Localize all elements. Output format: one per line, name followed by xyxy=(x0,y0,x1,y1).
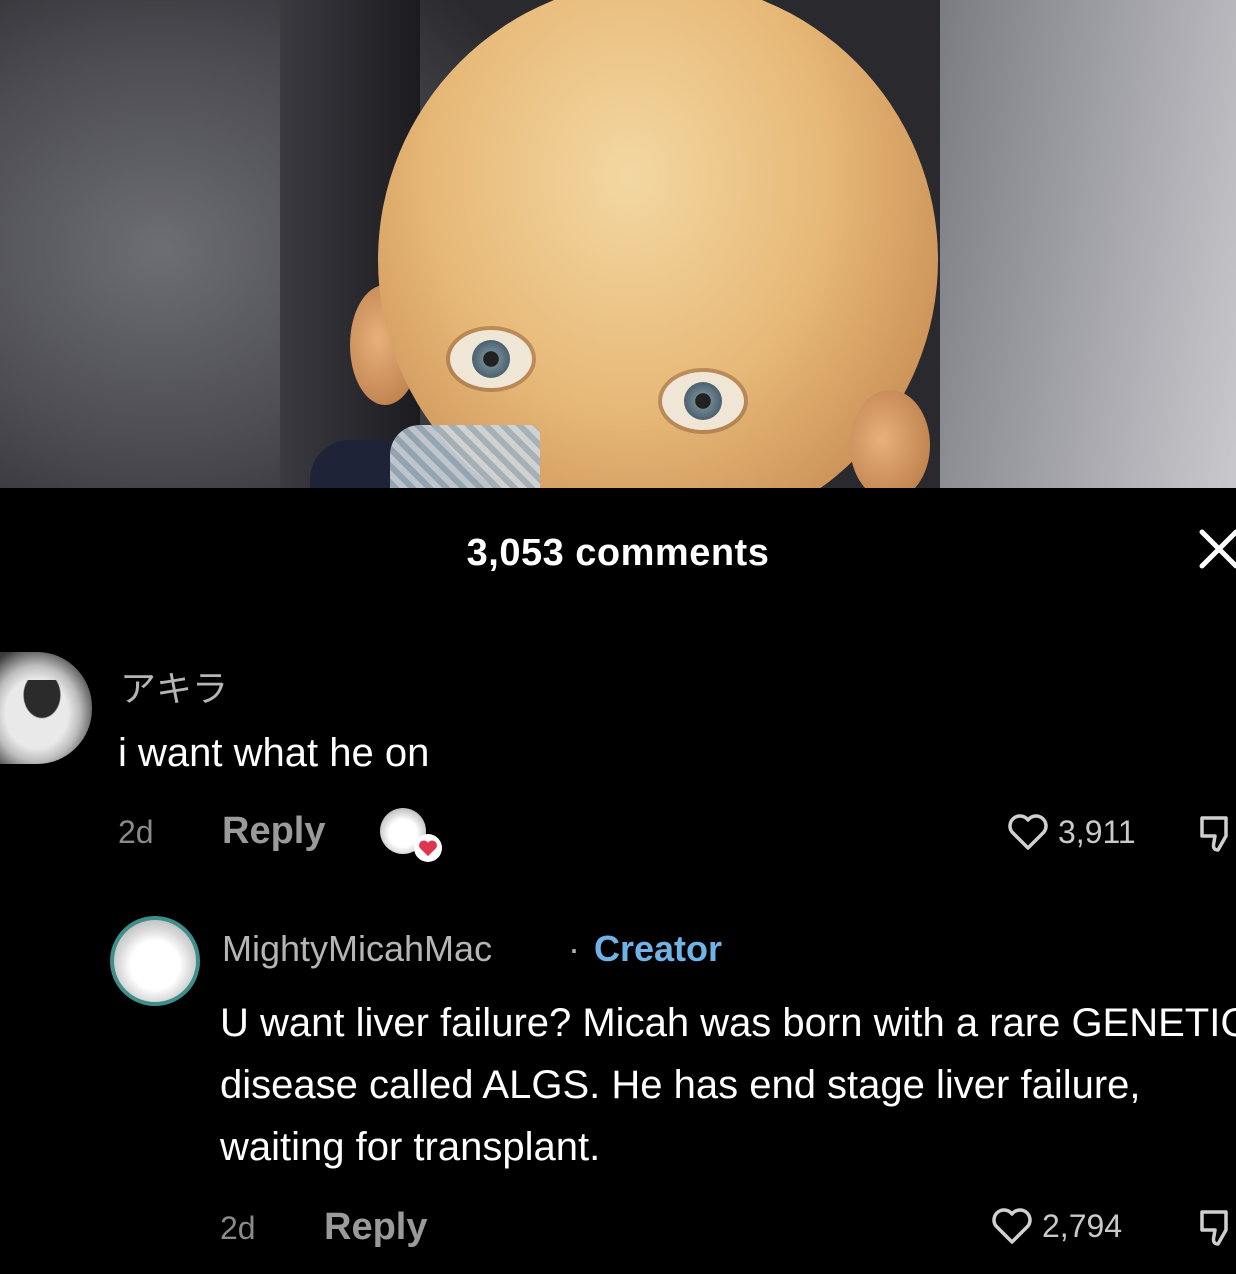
heart-outline-icon xyxy=(1008,814,1048,850)
video-preview[interactable] xyxy=(0,0,1236,488)
nasal-tube-tape xyxy=(390,425,540,488)
dislike-icon[interactable] xyxy=(1196,1206,1236,1250)
comment-text: i want what he on xyxy=(118,731,430,775)
comments-count: 3,053 comments xyxy=(466,532,770,574)
baby-eye-left xyxy=(450,330,532,388)
dislike-icon[interactable] xyxy=(1196,812,1236,856)
avatar[interactable] xyxy=(110,916,200,1006)
creator-liked-heart-icon xyxy=(414,834,442,862)
like-count: 3,911 xyxy=(1058,814,1136,850)
car-seat xyxy=(940,0,1236,488)
comment-username[interactable]: アキラ xyxy=(120,660,228,712)
reply-button[interactable]: Reply xyxy=(324,1206,427,1249)
like-button[interactable]: 2,794 xyxy=(990,1206,1160,1250)
comment-age: 2d xyxy=(118,814,154,850)
creator-badge: Creator xyxy=(594,928,723,969)
baby-ear-right xyxy=(850,390,930,488)
comment-username[interactable]: MightyMicahMac xyxy=(222,928,492,970)
comment-age: 2d xyxy=(220,1210,256,1246)
badge-separator: · xyxy=(568,928,580,969)
baby-eye-right xyxy=(662,372,744,430)
reply-button[interactable]: Reply xyxy=(222,810,325,853)
close-icon[interactable] xyxy=(1196,526,1236,572)
like-count: 2,794 xyxy=(1042,1208,1123,1244)
heart-outline-icon xyxy=(992,1208,1032,1244)
like-button[interactable]: 3,911 xyxy=(1006,812,1166,856)
creator-liked-badge xyxy=(380,806,442,862)
baby-head xyxy=(378,0,938,488)
comment-text: U want liver failure? Micah was born wit… xyxy=(220,1001,1236,1169)
